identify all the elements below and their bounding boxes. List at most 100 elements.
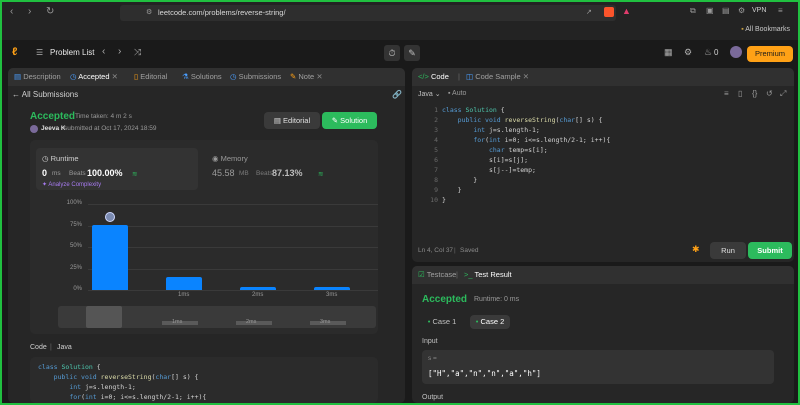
chart-range-slider[interactable]: 1ms 2ms 3ms (58, 306, 376, 328)
code-line: public void reverseString(char[] s) { (457, 116, 603, 124)
layout-icon[interactable]: ▦ (664, 47, 673, 58)
chart-bar[interactable] (92, 224, 128, 290)
minimap-bars: 1ms 2ms 3ms (58, 306, 376, 328)
runtime-box[interactable]: ◷ Runtime 0 ms Beats 100.00% ≋ ✦ Analyze… (36, 148, 198, 190)
all-submissions-link[interactable]: ← All Submissions (12, 90, 78, 99)
problem-list-link[interactable]: Problem List (50, 48, 94, 57)
analyze-complexity-link[interactable]: ✦ Analyze Complexity (42, 181, 101, 188)
auto-mode[interactable]: ▪ Auto (448, 90, 466, 97)
editor-panel: </> Code | ◫ Code Sample ✕ Java ⌄ ▪ Auto… (412, 68, 794, 262)
left-panel: ▤ Description ◷ Accepted ✕ ▯ Editorial ⚗… (8, 68, 405, 403)
tab-submissions[interactable]: ◷ Submissions (230, 72, 281, 81)
status-separator: | (454, 247, 456, 254)
cursor-position: Ln 4, Col 37 (418, 247, 454, 254)
test-runtime: Runtime: 0 ms (474, 296, 520, 303)
site-info-icon[interactable]: ⚙ (146, 8, 152, 16)
fullscreen-icon[interactable]: ⤢ (780, 89, 786, 99)
sparkle-icon: ✦ (42, 182, 48, 188)
code-line: public void reverseString(char[] s) { (53, 373, 199, 381)
chart-y-tick: 0% (73, 286, 82, 292)
tab-editorial[interactable]: ▯ Editorial (134, 72, 167, 81)
brackets-icon[interactable]: {} (752, 89, 757, 98)
code-line: s[i]=s[j]; (442, 156, 529, 164)
code-line: } (442, 186, 462, 194)
format-icon[interactable]: ≡ (724, 89, 729, 98)
link-icon[interactable]: 🔗 (392, 90, 402, 99)
rewards-icon[interactable]: ▲ (622, 6, 631, 16)
settings-icon[interactable]: ⚙ (738, 6, 745, 15)
sidebar-icon[interactable]: ▣ (706, 6, 714, 15)
chart-bar[interactable] (166, 277, 202, 290)
user-avatar[interactable] (30, 125, 38, 133)
history-icon: ◷ (230, 72, 237, 81)
premium-button[interactable]: Premium (747, 46, 793, 62)
tab-code[interactable]: </> Code (418, 72, 449, 81)
menu-icon[interactable]: ≡ (778, 6, 783, 15)
all-bookmarks[interactable]: ▪ All Bookmarks (741, 26, 790, 33)
code-editor[interactable]: 1 2 3 4 5 6 7 8 9 10 class Solution { pu… (412, 106, 794, 232)
code-line: for(int i=0; i<=s.length/2-1; i++){ (473, 136, 611, 144)
chart-bar[interactable] (240, 287, 276, 290)
tab-test-result[interactable]: >_ Test Result (464, 270, 512, 279)
notes-icon[interactable]: ✎ (404, 45, 420, 61)
runtime-label: ◷ Runtime (42, 154, 79, 163)
bookmark-code-icon[interactable]: ▯ (738, 89, 742, 98)
tab-solutions[interactable]: ⚗ Solutions (182, 72, 222, 81)
memory-box[interactable]: ◉ Memory 45.58 MB Beats 87.13% ≋ (206, 148, 372, 190)
separator: | (50, 344, 52, 351)
chart-bar[interactable] (314, 287, 350, 290)
case-2-tab[interactable]: • Case 2 (470, 315, 510, 329)
wallet-icon[interactable]: ▤ (722, 6, 730, 15)
chip-icon: ◉ (212, 154, 219, 163)
close-sample-icon[interactable]: ✕ (523, 72, 529, 81)
username[interactable]: Jeeva K (41, 125, 66, 132)
editorial-button[interactable]: ▤ Editorial (264, 112, 320, 129)
tab-accepted[interactable]: ◷ Accepted ✕ (70, 72, 118, 81)
dot-icon: • (427, 317, 431, 326)
timer-icon[interactable]: ⏱ (384, 45, 400, 61)
forward-icon[interactable]: › (28, 6, 31, 17)
note-icon: ✎ (290, 72, 297, 81)
screen: ‹ › ↻ ▯ ⚙ leetcode.com/problems/reverse-… (2, 2, 798, 403)
vpn-label[interactable]: VPN (752, 7, 766, 14)
your-submission-marker[interactable] (105, 211, 115, 222)
prev-problem-icon[interactable]: ‹ (102, 46, 105, 57)
next-problem-icon[interactable]: › (118, 46, 121, 57)
case-1-tab[interactable]: • Case 1 (422, 315, 462, 329)
debug-icon[interactable]: ✱ (692, 244, 700, 255)
test-panel: ☑ Testcase | >_ Test Result Accepted Run… (412, 266, 794, 403)
tab-note[interactable]: ✎ Note ✕ (290, 72, 323, 81)
close-note-icon[interactable]: ✕ (316, 72, 322, 81)
tab-description[interactable]: ▤ Description (14, 72, 61, 81)
close-icon[interactable]: ✕ (112, 72, 118, 81)
reload-icon[interactable]: ↻ (46, 6, 54, 17)
solution-button[interactable]: ✎ Solution (322, 112, 377, 129)
code-line: s[j--]=temp; (442, 166, 536, 174)
tab-separator: | (458, 72, 460, 81)
share-icon[interactable]: ↗ (586, 8, 592, 16)
avatar[interactable] (730, 46, 742, 58)
shuffle-icon[interactable]: ⤨ (134, 47, 141, 58)
address-bar[interactable]: ⚙ leetcode.com/problems/reverse-string/ … (120, 5, 616, 21)
gear-icon[interactable]: ⚙ (684, 47, 692, 58)
leetcode-logo-icon[interactable]: ℓ (12, 46, 17, 58)
line-number: 3 (434, 126, 438, 134)
clock-icon: ◷ (42, 154, 49, 163)
extensions-icon[interactable]: ⧉ (690, 6, 696, 16)
chart-y-tick: 25% (69, 264, 82, 271)
run-button[interactable]: Run (710, 242, 746, 259)
chart-gridline (88, 247, 378, 248)
tab-testcase[interactable]: ☑ Testcase (418, 270, 456, 279)
code-line: class Solution { (38, 363, 101, 371)
chevron-down-icon: ⌄ (434, 91, 441, 98)
submit-button[interactable]: Submit (748, 242, 792, 259)
back-icon[interactable]: ‹ (10, 6, 13, 17)
tab-code-sample[interactable]: ◫ Code Sample ✕ (466, 72, 529, 81)
language-select[interactable]: Java ⌄ (418, 90, 441, 98)
test-tabbar: ☑ Testcase | >_ Test Result (412, 266, 794, 284)
url-text[interactable]: leetcode.com/problems/reverse-string/ (158, 8, 286, 17)
reset-icon[interactable]: ↺ (766, 89, 773, 98)
chart-y-tick: 75% (69, 221, 82, 228)
browser-chrome: ‹ › ↻ ▯ ⚙ leetcode.com/problems/reverse-… (2, 2, 798, 40)
brave-shield-icon[interactable] (604, 7, 614, 17)
